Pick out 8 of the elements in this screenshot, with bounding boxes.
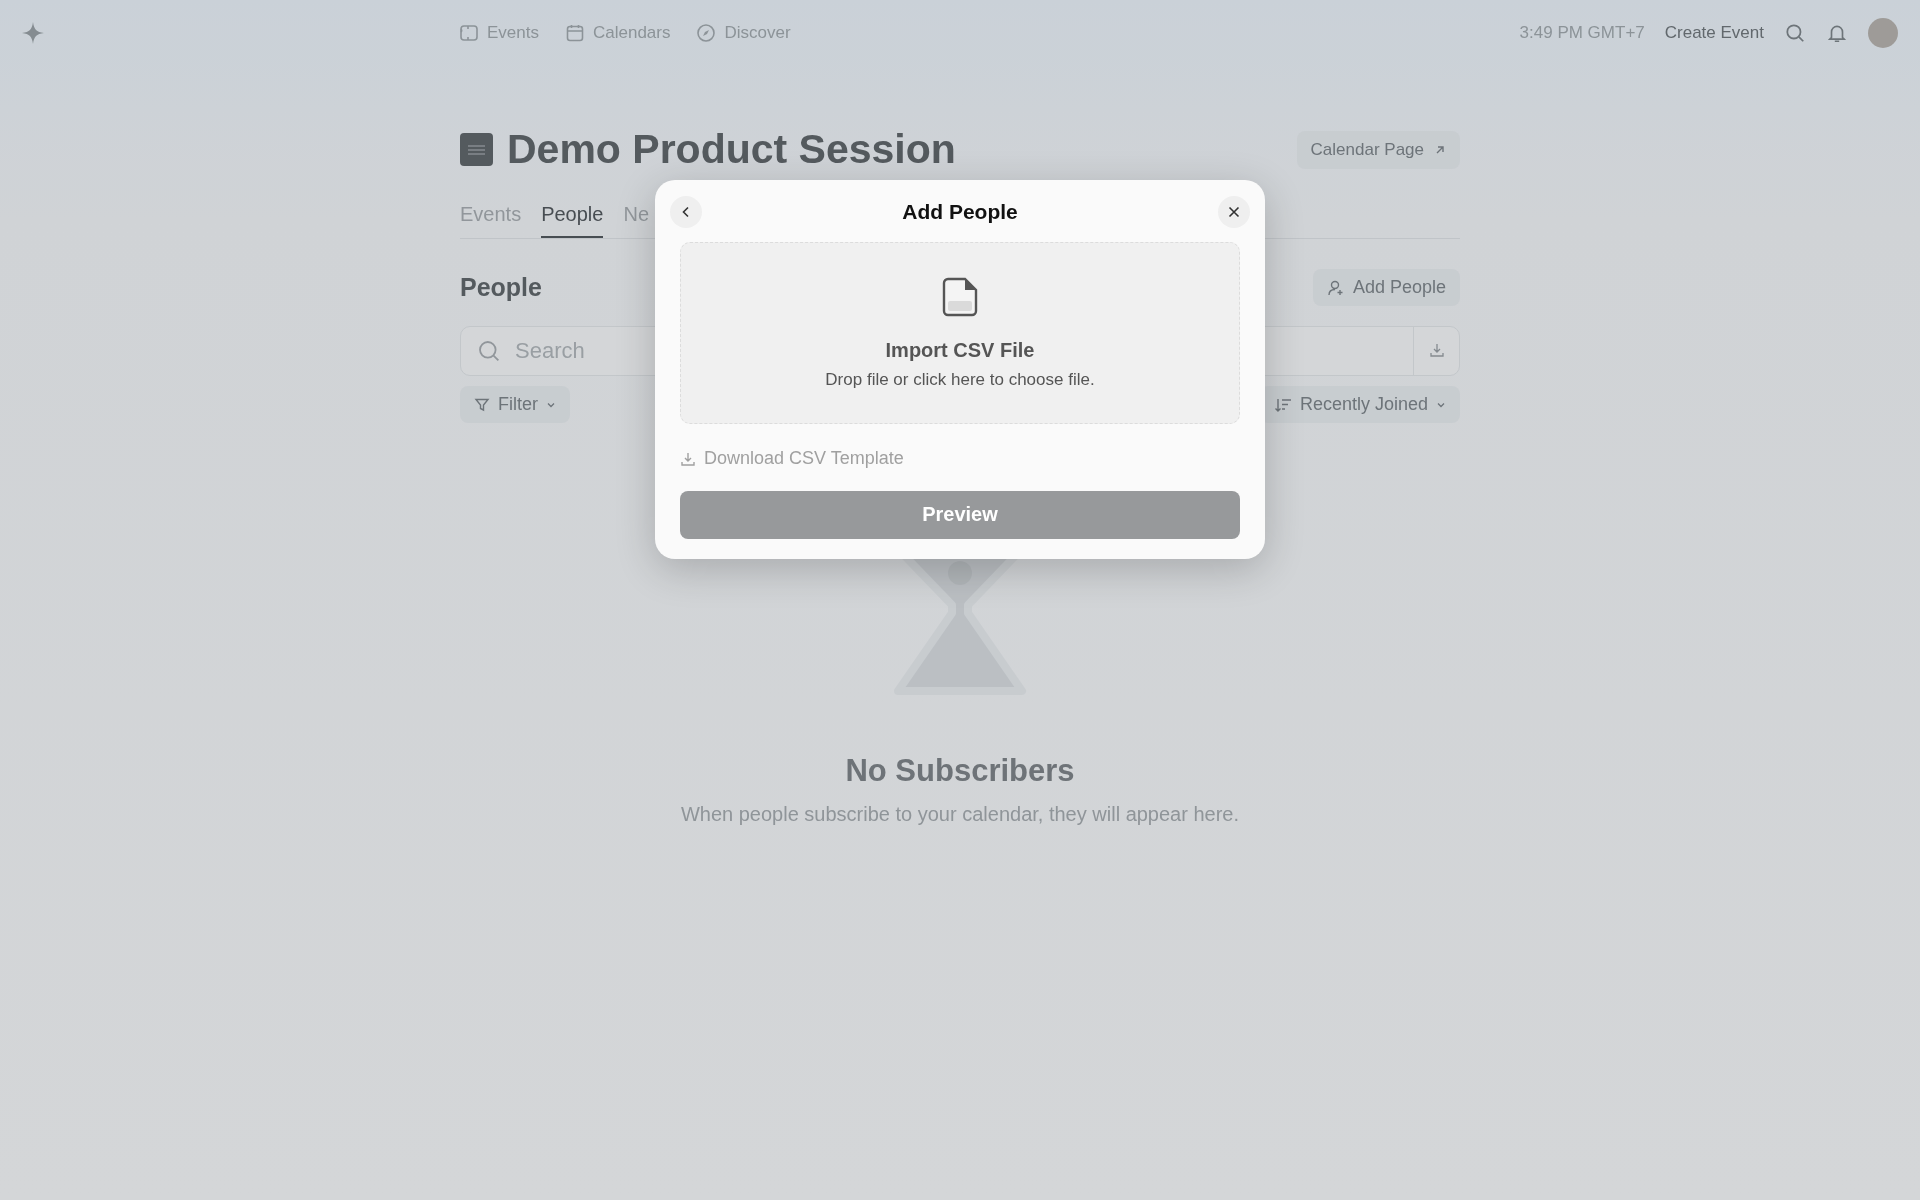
- dialog-title: Add People: [902, 200, 1018, 224]
- drop-zone-hint: Drop file or click here to choose file.: [825, 369, 1095, 390]
- section-heading: People: [460, 273, 542, 302]
- local-time: 3:49 PM GMT+7: [1519, 23, 1645, 43]
- empty-state-text: When people subscribe to your calendar, they will appear here.: [680, 803, 1240, 826]
- calendar-title: Demo Product Session: [507, 126, 956, 173]
- drop-zone-title: Import CSV File: [885, 338, 1035, 362]
- empty-state-title: No Subscribers: [845, 753, 1075, 789]
